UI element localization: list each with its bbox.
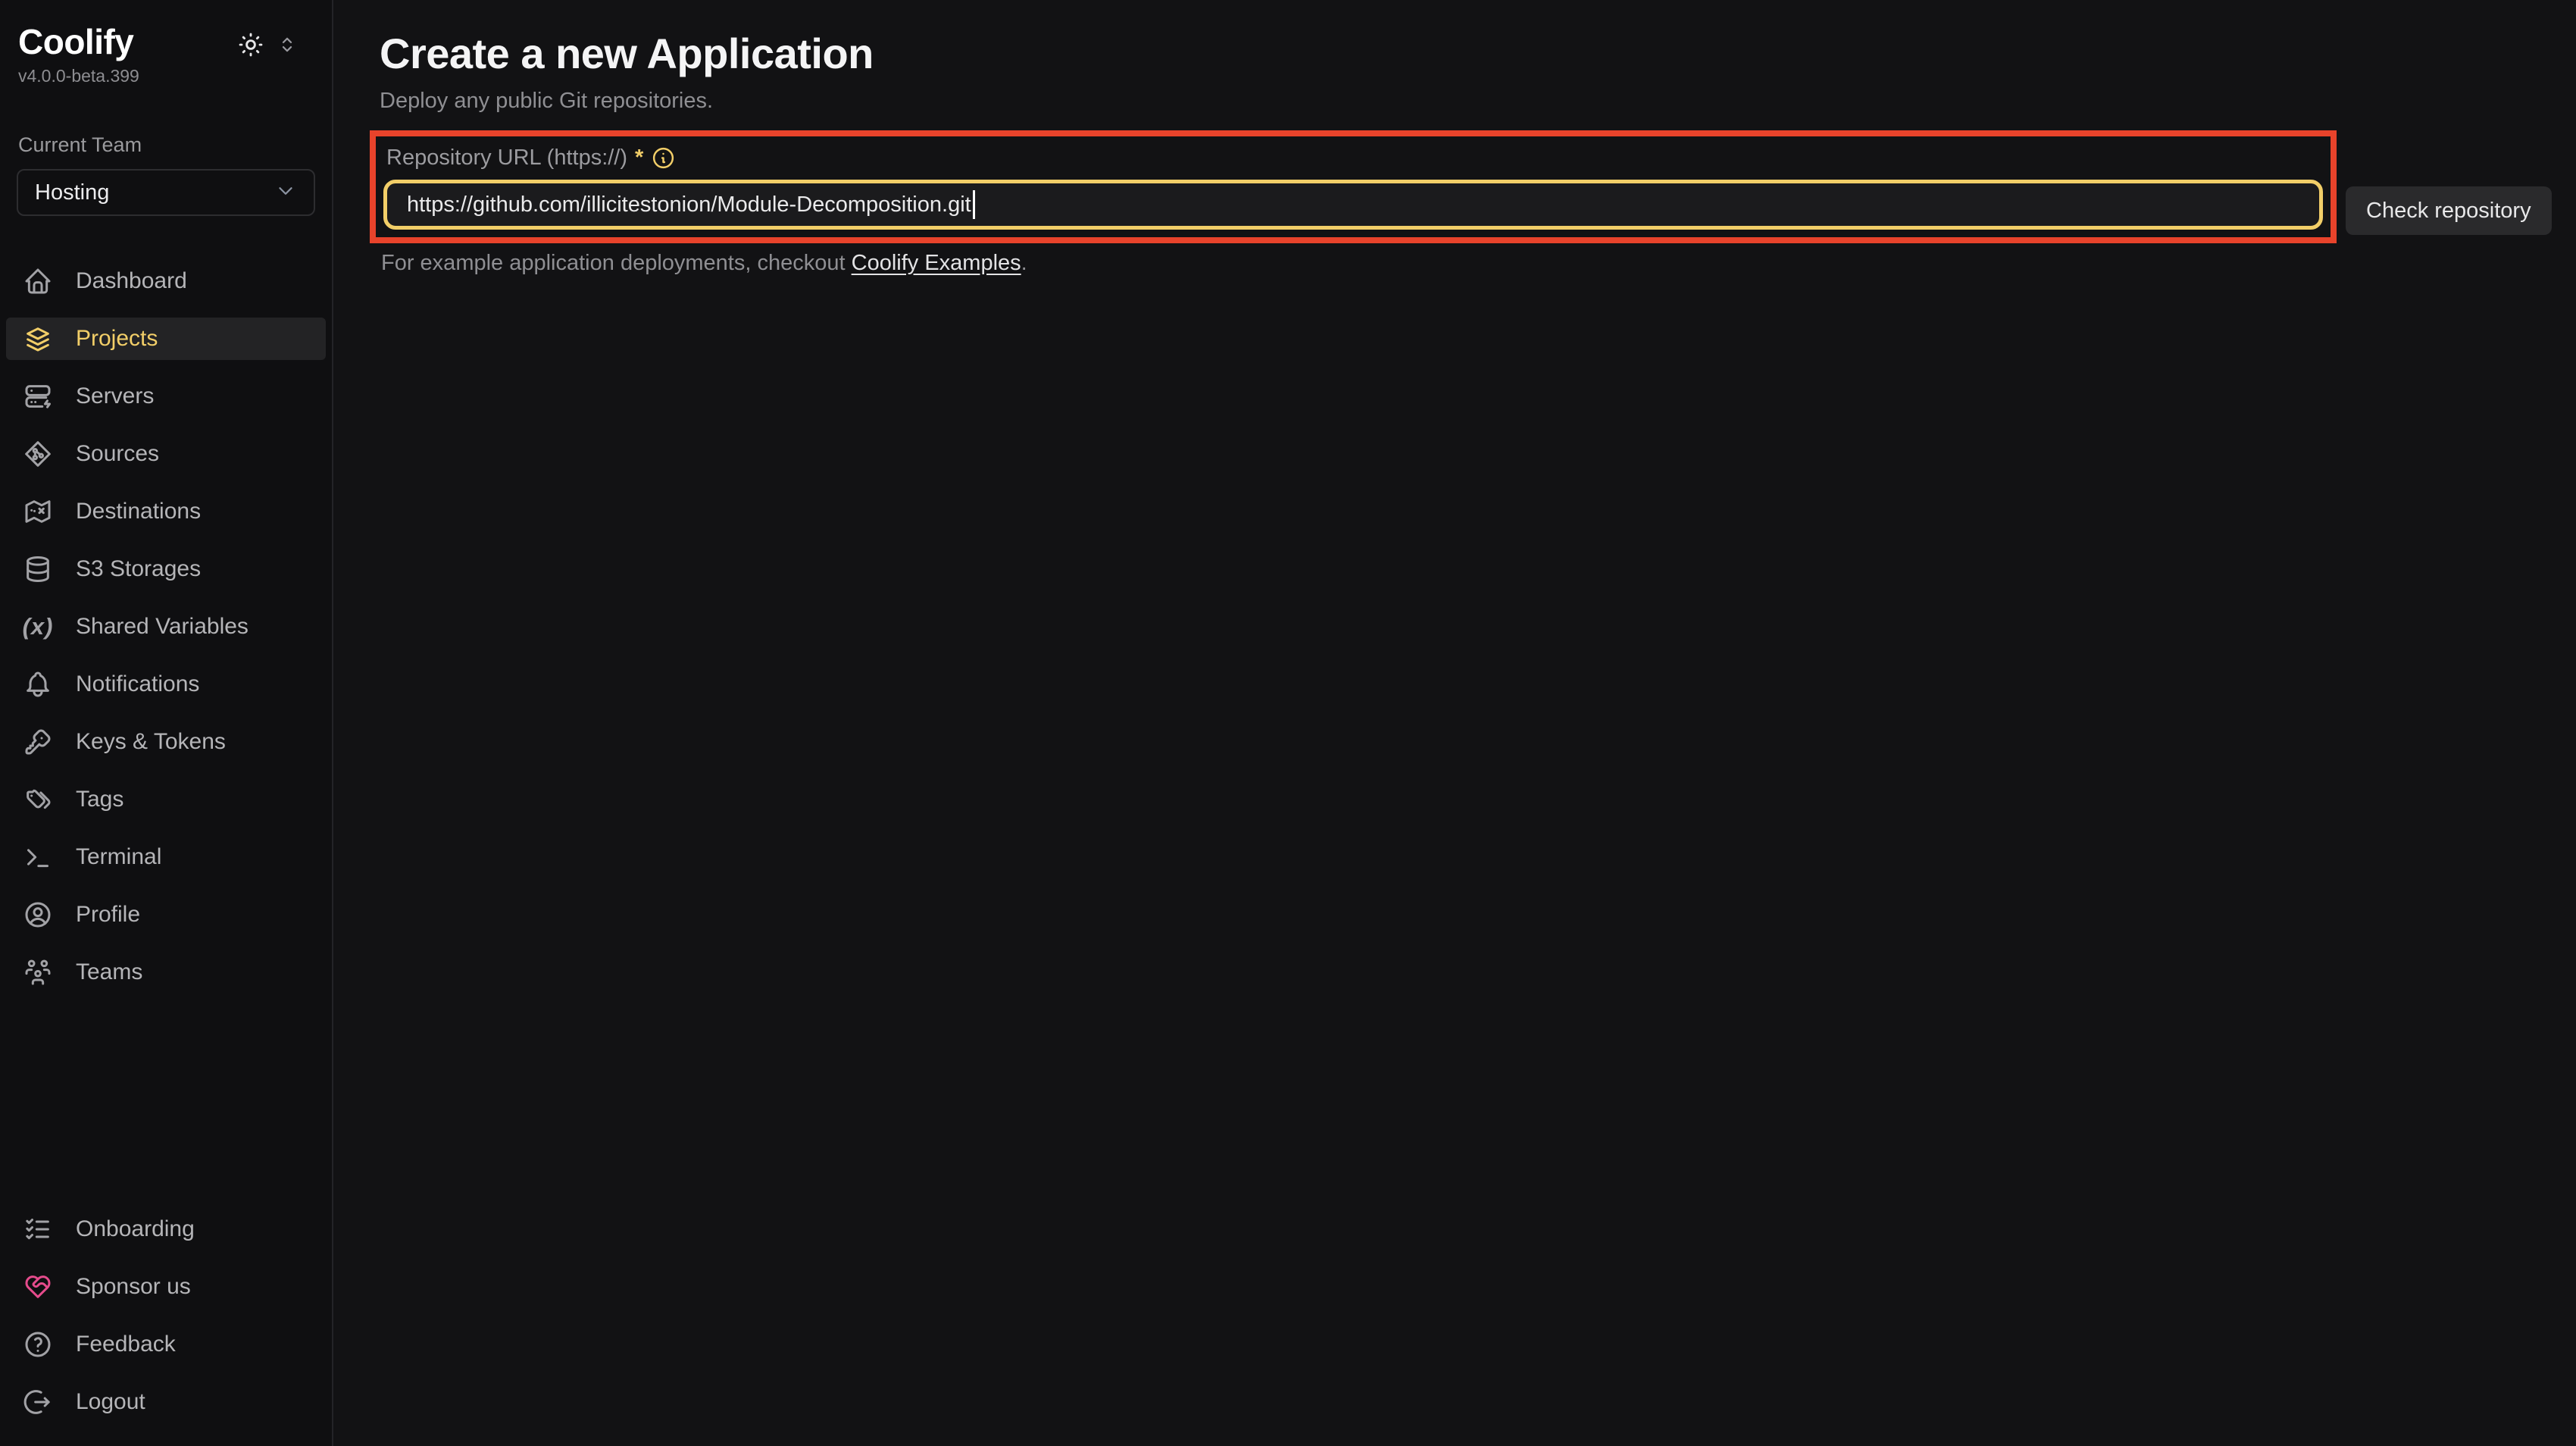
repository-url-label: Repository URL (https://) [386,146,627,171]
sidebar-item-feedback[interactable]: Feedback [6,1323,326,1366]
sidebar-item-dashboard[interactable]: Dashboard [6,260,326,302]
helper-suffix: . [1021,251,1027,275]
users-group-icon [23,957,53,987]
sidebar-item-label: Dashboard [76,268,187,294]
chevron-down-icon [274,180,297,206]
version-selector-button[interactable] [276,33,299,58]
repository-url-label-row: Repository URL (https://) * [380,146,2326,171]
team-select-dropdown[interactable]: Hosting [17,169,315,216]
app-version: v4.0.0-beta.399 [18,66,299,86]
sidebar-item-label: Tags [76,787,123,812]
info-circle-icon[interactable] [651,146,676,171]
sidebar-item-label: Profile [76,902,140,928]
server-icon [23,381,53,412]
terminal-icon [23,842,53,872]
home-icon [23,266,53,296]
sidebar-item-destinations[interactable]: Destinations [6,490,326,533]
sidebar-item-label: Notifications [76,671,199,697]
key-icon [23,727,53,757]
selector-updown-icon [276,33,299,58]
sidebar-item-sources[interactable]: Sources [6,433,326,475]
page-subtitle: Deploy any public Git repositories. [380,89,2576,114]
sidebar-item-label: Sources [76,441,159,467]
sidebar-nav: Dashboard Projects Servers [0,260,332,1009]
sidebar-item-teams[interactable]: Teams [6,951,326,994]
repository-form-row: Repository URL (https://) * https://gith… [370,130,2576,243]
sidebar-item-label: Shared Variables [76,614,249,640]
database-icon [23,554,53,584]
sidebar-item-notifications[interactable]: Notifications [6,663,326,706]
sidebar-item-s3-storages[interactable]: S3 Storages [6,548,326,590]
sidebar-item-terminal[interactable]: Terminal [6,836,326,878]
sidebar-item-label: Destinations [76,499,201,524]
sidebar-item-label: Servers [76,383,154,409]
layers-icon [23,324,53,354]
annotation-highlight-box: Repository URL (https://) * https://gith… [370,130,2337,243]
sun-icon [236,30,265,61]
team-select-value: Hosting [35,180,109,205]
bell-icon [23,669,53,700]
sidebar-item-shared-variables[interactable]: (x) Shared Variables [6,606,326,648]
sidebar-item-label: Sponsor us [76,1274,191,1300]
brand-logo: Coolify [18,23,133,61]
sidebar-item-keys-tokens[interactable]: Keys & Tokens [6,721,326,763]
page-title: Create a new Application [380,29,2576,78]
sidebar-item-label: Logout [76,1389,145,1415]
theme-toggle-button[interactable] [236,30,265,61]
sidebar-item-label: S3 Storages [76,556,201,582]
sidebar-item-label: Teams [76,959,142,985]
git-icon [23,439,53,469]
sidebar: Coolify [0,0,333,1446]
user-circle-icon [23,900,53,930]
helper-text: For example application deployments, che… [380,251,2576,276]
sidebar-footer-nav: Onboarding Sponsor us Feedback [0,1208,332,1446]
math-function-icon: (x) [23,612,53,642]
sidebar-item-servers[interactable]: Servers [6,375,326,418]
map-icon [23,496,53,527]
sidebar-item-projects[interactable]: Projects [6,318,326,360]
tags-icon [23,784,53,815]
sidebar-item-onboarding[interactable]: Onboarding [6,1208,326,1250]
sidebar-item-sponsor-us[interactable]: Sponsor us [6,1266,326,1308]
check-repository-button[interactable]: Check repository [2346,186,2552,235]
sidebar-item-label: Feedback [76,1332,176,1357]
current-team-block: Current Team Hosting [0,133,332,216]
sidebar-header: Coolify [0,0,332,86]
sidebar-item-label: Keys & Tokens [76,729,226,755]
sidebar-item-label: Projects [76,326,158,352]
heart-handshake-icon [23,1272,53,1302]
logout-icon [23,1387,53,1417]
main-content: Create a new Application Deploy any publ… [333,0,2576,1446]
helper-prefix: For example application deployments, che… [381,251,852,275]
required-marker: * [635,146,643,171]
help-circle-icon [23,1329,53,1360]
sidebar-item-label: Terminal [76,844,161,870]
sidebar-item-tags[interactable]: Tags [6,778,326,821]
repository-url-input[interactable]: https://github.com/illicitestonion/Modul… [383,180,2323,230]
coolify-examples-link[interactable]: Coolify Examples [852,251,1021,275]
text-caret [973,190,975,219]
sidebar-item-label: Onboarding [76,1216,195,1242]
checklist-icon [23,1214,53,1244]
current-team-label: Current Team [17,133,315,157]
sidebar-item-logout[interactable]: Logout [6,1381,326,1423]
repository-url-value: https://github.com/illicitestonion/Modul… [407,192,971,218]
sidebar-item-profile[interactable]: Profile [6,894,326,936]
